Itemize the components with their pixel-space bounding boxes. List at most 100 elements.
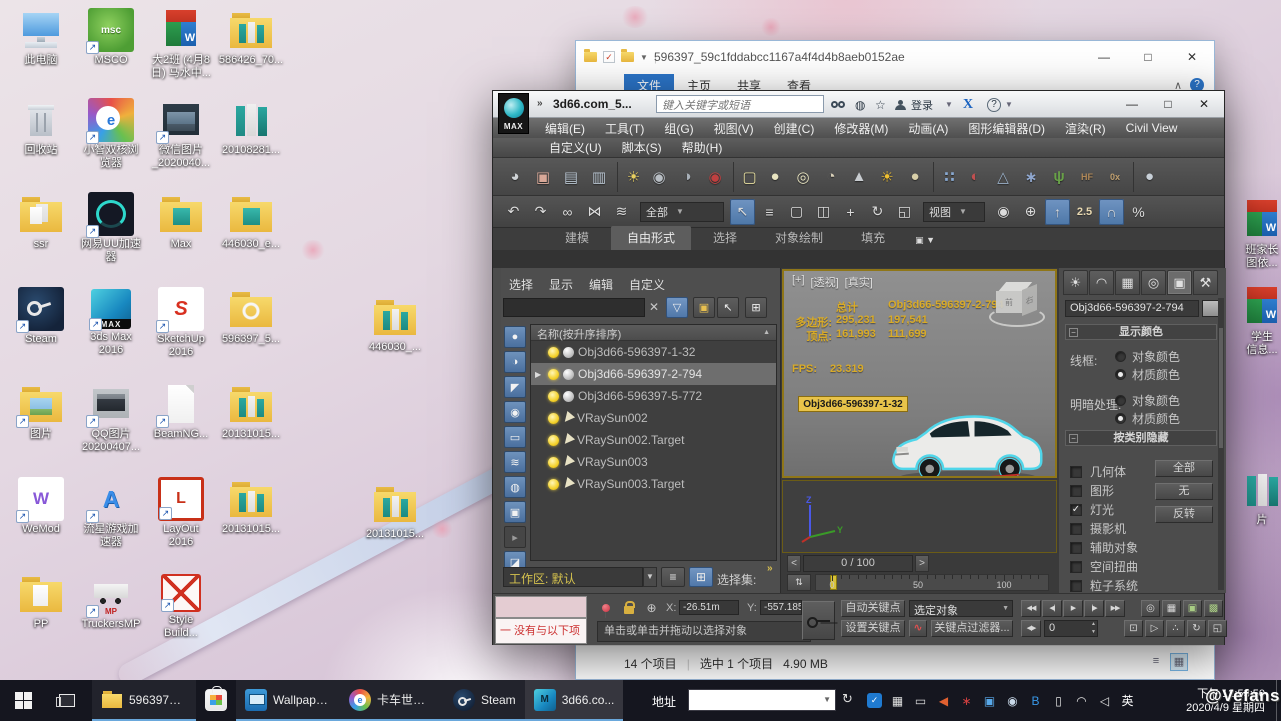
y-coordinate-field[interactable]: -557.185 <box>760 600 802 615</box>
display-cameras-icon[interactable]: ◉ <box>504 401 526 423</box>
select-object-icon[interactable]: ↖ <box>730 199 755 225</box>
new-folder-icon[interactable] <box>621 52 634 62</box>
key-selection-dropdown[interactable]: 选定对象▼ <box>909 600 1013 617</box>
visibility-bulb-icon[interactable] <box>548 347 559 358</box>
lower-viewport[interactable]: Z Y <box>782 480 1057 553</box>
desktop-icon[interactable]: 回收站 <box>8 98 74 157</box>
scene-object-row[interactable]: VRaySun003.Target <box>531 473 776 495</box>
scene-explorer-menu-item[interactable]: 显示 <box>549 276 573 293</box>
taskbar-app-store[interactable] <box>196 680 236 721</box>
select-by-name-icon[interactable]: ≡ <box>757 199 782 225</box>
desktop-icon[interactable]: 20131015... <box>218 382 284 441</box>
display-xrefs-icon[interactable]: ▣ <box>504 501 526 523</box>
menu-item[interactable]: 帮助(H) <box>672 139 733 156</box>
visibility-bulb-icon[interactable] <box>548 369 559 380</box>
radio-option[interactable]: 对象颜色 <box>1115 348 1180 365</box>
pick-add-cursor-icon[interactable]: ↖ <box>717 297 739 318</box>
visibility-bulb-icon[interactable] <box>548 391 559 402</box>
desktop-icon[interactable]: 片 <box>1232 468 1281 527</box>
zoom-icon[interactable]: ◎ <box>1141 600 1160 617</box>
walk-through-icon[interactable]: ∴ <box>1166 620 1185 637</box>
maxscript-mini-listener[interactable] <box>495 596 587 618</box>
desktop-icon[interactable]: L↗LayOut 2016 <box>148 477 214 549</box>
workspace-selector[interactable]: 工作区: 默认 <box>503 567 643 587</box>
scene-object-row[interactable]: VRaySun002.Target <box>531 429 776 451</box>
filter-funnel-icon[interactable]: ▽ <box>666 297 688 318</box>
radio-icon[interactable] <box>1115 413 1126 424</box>
display-lights-icon[interactable]: ◤ <box>504 376 526 398</box>
category-button[interactable]: 无 <box>1155 483 1213 500</box>
scene-object-row[interactable]: VRaySun002 <box>531 407 776 429</box>
tab-modify-icon[interactable]: ◠ <box>1089 270 1114 295</box>
reference-coordinate-dropdown[interactable]: 视图▼ <box>923 202 985 222</box>
scene-object-row[interactable]: ▶Obj3d66-596397-2-794 <box>531 363 776 385</box>
zero-x-icon[interactable]: 0x <box>1101 162 1129 192</box>
scene-object-row[interactable]: VRaySun003 <box>531 451 776 473</box>
auto-key-button[interactable]: 自动关键点 <box>841 600 905 617</box>
desktop-icon[interactable]: ↗BeamNG... <box>148 382 214 441</box>
car-model[interactable] <box>884 403 1046 478</box>
overflow-chevron[interactable]: » <box>767 563 773 574</box>
steam-tray-icon[interactable]: ◉ <box>1002 690 1023 711</box>
hair-fur-icon[interactable]: HF <box>1073 162 1101 192</box>
menu-item[interactable]: 创建(C) <box>764 120 825 137</box>
menu-item[interactable]: 脚本(S) <box>612 139 672 156</box>
timeline-prev-button[interactable]: < <box>787 555 801 572</box>
max-app-logo[interactable]: MAX <box>498 93 529 134</box>
material-cone-icon[interactable]: ▲ <box>845 162 873 192</box>
desktop-icon[interactable]: ↗Style Build... <box>148 572 214 640</box>
monitor-icon[interactable]: ▭ <box>910 690 931 711</box>
tab-hierarchy-icon[interactable]: ▦ <box>1115 270 1140 295</box>
category-row[interactable]: 粒子系统 <box>1070 577 1138 593</box>
maximize-button[interactable]: □ <box>1126 41 1170 74</box>
radio-option[interactable]: 材质颜色 <box>1115 410 1180 427</box>
menu-item[interactable]: 动画(A) <box>898 120 958 137</box>
molecule-icon[interactable]: ◐ <box>961 162 989 192</box>
display-spacewarps-icon[interactable]: ≋ <box>504 451 526 473</box>
go-to-start-button[interactable]: ◀◀ <box>1021 600 1041 617</box>
rendered-frame-window-icon[interactable]: ▤ <box>557 162 585 192</box>
display-groups-icon[interactable]: ◍ <box>504 476 526 498</box>
desktop-icon[interactable]: e↗小智双核浏 览器 <box>78 98 144 170</box>
volume-icon[interactable]: ◁ <box>1094 690 1115 711</box>
light-lister-icon[interactable]: ☀ <box>617 162 645 192</box>
viewport-header-token[interactable]: [透视] <box>811 274 839 290</box>
radio-icon[interactable] <box>1115 369 1126 380</box>
go-to-end-button[interactable]: ▶▶ <box>1105 600 1125 617</box>
timeline-slider[interactable]: 0 / 100 <box>803 555 913 572</box>
category-row[interactable]: 空间扭曲 <box>1070 558 1138 575</box>
desktop-icon[interactable]: ↗网易UU加速 器 <box>78 192 144 264</box>
minimize-button[interactable]: — <box>1114 97 1150 111</box>
desktop-icon[interactable]: W↗WeMod <box>8 477 74 536</box>
search-binoculars-icon[interactable] <box>831 96 845 113</box>
menu-item[interactable]: 图形编辑器(D) <box>958 120 1055 137</box>
selection-lock-icon[interactable] <box>620 599 637 616</box>
zoom-extents-icon[interactable]: ▣ <box>1183 600 1202 617</box>
select-and-link-icon[interactable]: ∞ <box>555 199 580 225</box>
set-keys-button[interactable] <box>802 601 835 640</box>
login-label[interactable]: 登录 <box>911 96 933 113</box>
desktop-icon[interactable]: 446030_e... <box>218 192 284 251</box>
use-pivot-point-center-icon[interactable]: ◉ <box>991 199 1016 225</box>
collapse-icon[interactable]: − <box>1069 328 1078 337</box>
bluetooth-icon[interactable]: B <box>1025 690 1046 711</box>
desktop-icon[interactable]: 586426_70... <box>218 8 284 67</box>
render-teapot-icon[interactable]: ◕ <box>501 162 529 192</box>
desktop-icon[interactable]: ↗图片 <box>8 382 74 441</box>
address-input[interactable]: ▼ <box>688 689 836 711</box>
material-square-icon[interactable]: ▢ <box>733 162 761 192</box>
select-and-move-icon[interactable]: + <box>838 199 863 225</box>
redo-icon[interactable]: ↷ <box>528 199 553 225</box>
category-row[interactable]: 图形 <box>1070 482 1114 499</box>
wifi-icon[interactable]: ◠ <box>1071 690 1092 711</box>
desktop-icon[interactable]: 446030_... <box>362 295 428 354</box>
antivirus-shield-icon[interactable]: ✓ <box>864 690 885 711</box>
absolute-offset-toggle-icon[interactable]: ⊕ <box>643 599 660 616</box>
menu-item[interactable]: 工具(T) <box>595 120 654 137</box>
task-view-button[interactable] <box>46 680 88 721</box>
viewport-header-token[interactable]: [真实] <box>845 274 873 290</box>
desktop-icon[interactable]: msc↗MSCO <box>78 8 144 67</box>
window-crossing-toggle-icon[interactable]: ◫ <box>811 199 836 225</box>
scene-object-row[interactable]: Obj3d66-596397-1-32 <box>531 341 776 363</box>
category-button[interactable]: 反转 <box>1155 506 1213 523</box>
